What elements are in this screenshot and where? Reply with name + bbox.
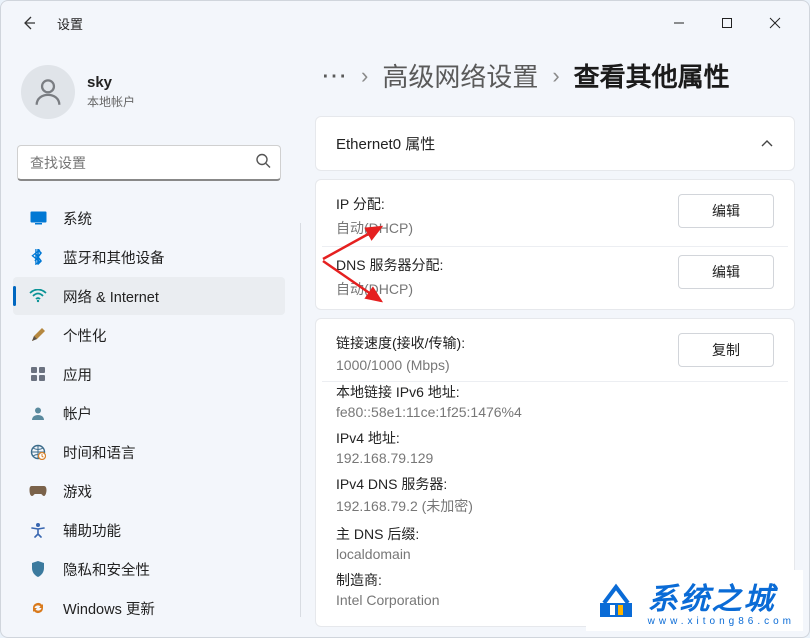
info-item: 本地链接 IPv6 地址: fe80::58e1:11ce:1f25:1476%…: [336, 382, 774, 420]
window-title: 设置: [57, 14, 83, 33]
prop-value: 自动(DHCP): [336, 218, 666, 238]
sidebar-item-label: 网络 & Internet: [63, 286, 159, 307]
breadcrumb-prev[interactable]: 高级网络设置: [382, 57, 538, 94]
prop-row-dns: DNS 服务器分配: 自动(DHCP) 编辑: [322, 247, 788, 307]
search-icon: [255, 153, 271, 174]
info-label: IPv4 DNS 服务器:: [336, 474, 774, 494]
arrow-left-icon: [21, 15, 37, 31]
sidebar-item-accessibility[interactable]: 辅助功能: [13, 511, 285, 549]
user-subtitle: 本地帐户: [87, 93, 135, 110]
maximize-icon: [721, 17, 733, 29]
sidebar-item-personalization[interactable]: 个性化: [13, 316, 285, 354]
accessibility-icon: [29, 521, 47, 539]
sidebar-item-label: 时间和语言: [63, 442, 136, 463]
info-value: fe80::58e1:11ce:1f25:1476%4: [336, 404, 774, 420]
watermark-logo-icon: [594, 579, 638, 623]
sidebar-item-privacy[interactable]: 隐私和安全性: [13, 550, 285, 588]
info-value: 192.168.79.2 (未加密): [336, 496, 774, 516]
sidebar-item-label: Windows 更新: [63, 598, 155, 619]
sidebar-item-label: 辅助功能: [63, 520, 121, 541]
breadcrumb-more[interactable]: ⋯: [321, 60, 347, 91]
info-label: 主 DNS 后缀:: [336, 524, 774, 544]
sidebar-item-system[interactable]: 系统: [13, 199, 285, 237]
prop-label: 链接速度(接收/传输):: [336, 333, 666, 353]
info-value: localdomain: [336, 546, 774, 562]
prop-label: DNS 服务器分配:: [336, 255, 666, 275]
minimize-button[interactable]: [657, 7, 701, 39]
minimize-icon: [673, 17, 685, 29]
edit-button-dns[interactable]: 编辑: [678, 255, 774, 289]
info-label: IPv4 地址:: [336, 428, 774, 448]
watermark-url: www.xitong86.com: [648, 616, 795, 627]
back-button[interactable]: [13, 7, 45, 39]
chevron-up-icon: [760, 136, 774, 152]
watermark-text: 系统之城: [648, 574, 795, 618]
monitor-icon: [29, 209, 47, 227]
sidebar-item-label: 蓝牙和其他设备: [63, 247, 165, 268]
search-input[interactable]: [17, 145, 281, 181]
sidebar-item-label: 个性化: [63, 325, 107, 346]
sidebar-item-apps[interactable]: 应用: [13, 355, 285, 393]
close-icon: [769, 17, 781, 29]
user-block[interactable]: sky 本地帐户: [9, 57, 289, 127]
info-item: IPv4 DNS 服务器: 192.168.79.2 (未加密): [336, 474, 774, 516]
user-name: sky: [87, 74, 135, 91]
chevron-right-icon: ›: [361, 63, 368, 89]
brush-icon: [29, 326, 47, 344]
edit-button-ip[interactable]: 编辑: [678, 194, 774, 228]
sidebar-item-label: 游戏: [63, 481, 92, 502]
globe-clock-icon: [29, 443, 47, 461]
maximize-button[interactable]: [705, 7, 749, 39]
sidebar-item-time[interactable]: 时间和语言: [13, 433, 285, 471]
person-icon: [31, 75, 65, 109]
sidebar-item-update[interactable]: Windows 更新: [13, 589, 285, 627]
prop-value: 自动(DHCP): [336, 279, 666, 299]
shield-icon: [29, 560, 47, 578]
update-icon: [29, 599, 47, 617]
sidebar-item-accounts[interactable]: 帐户: [13, 394, 285, 432]
info-value: 192.168.79.129: [336, 450, 774, 466]
breadcrumb: ⋯ › 高级网络设置 › 查看其他属性: [315, 57, 795, 94]
prop-label: IP 分配:: [336, 194, 666, 214]
prop-value: 1000/1000 (Mbps): [336, 357, 666, 373]
panel-title: Ethernet0 属性: [336, 133, 435, 154]
sidebar-item-network[interactable]: 网络 & Internet: [13, 277, 285, 315]
watermark: 系统之城 www.xitong86.com: [586, 570, 803, 631]
panel-header[interactable]: Ethernet0 属性: [316, 117, 794, 170]
close-button[interactable]: [753, 7, 797, 39]
gamepad-icon: [29, 482, 47, 500]
apps-icon: [29, 365, 47, 383]
sidebar-item-bluetooth[interactable]: 蓝牙和其他设备: [13, 238, 285, 276]
wifi-icon: [29, 287, 47, 305]
info-item: IPv4 地址: 192.168.79.129: [336, 428, 774, 466]
avatar: [21, 65, 75, 119]
breadcrumb-current: 查看其他属性: [574, 57, 730, 94]
prop-row-ip: IP 分配: 自动(DHCP) 编辑: [322, 186, 788, 247]
sidebar-item-label: 隐私和安全性: [63, 559, 150, 580]
info-item: 主 DNS 后缀: localdomain: [336, 524, 774, 562]
sidebar-item-label: 系统: [63, 208, 92, 229]
bluetooth-icon: [29, 248, 47, 266]
info-label: 本地链接 IPv6 地址:: [336, 382, 774, 402]
sidebar-divider: [300, 223, 301, 617]
prop-row-speed: 链接速度(接收/传输): 1000/1000 (Mbps) 复制: [322, 325, 788, 382]
sidebar-item-label: 应用: [63, 364, 92, 385]
chevron-right-icon: ›: [552, 63, 559, 89]
copy-button[interactable]: 复制: [678, 333, 774, 367]
sidebar-item-gaming[interactable]: 游戏: [13, 472, 285, 510]
sidebar-item-label: 帐户: [63, 403, 92, 424]
account-icon: [29, 404, 47, 422]
